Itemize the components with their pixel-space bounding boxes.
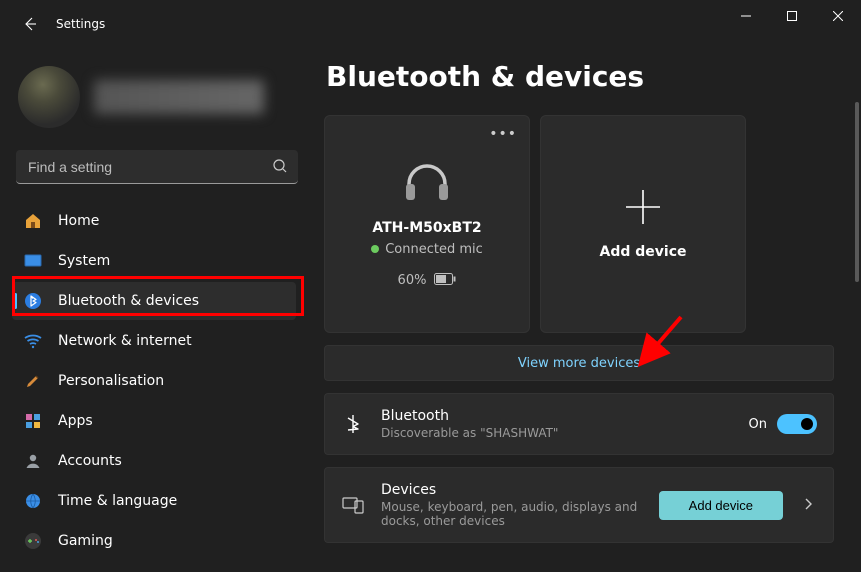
brush-icon <box>24 372 42 390</box>
globe-icon <box>24 492 42 510</box>
window-title: Settings <box>56 17 105 31</box>
sidebar-item-label: Accounts <box>58 453 122 469</box>
sidebar-item-home[interactable]: Home <box>12 202 296 240</box>
scrollbar[interactable] <box>855 102 859 282</box>
add-device-tile[interactable]: Add device <box>540 115 746 333</box>
apps-icon <box>24 412 42 430</box>
page-title: Bluetooth & devices <box>326 60 837 93</box>
sidebar-item-bluetooth[interactable]: Bluetooth & devices <box>12 282 296 320</box>
sidebar-item-label: System <box>58 253 110 269</box>
avatar <box>18 66 80 128</box>
sidebar-item-network[interactable]: Network & internet <box>12 322 296 360</box>
bluetooth-toggle[interactable] <box>777 414 817 434</box>
sidebar-item-label: Apps <box>58 413 93 429</box>
sidebar: Home System Bluetooth & devices Network … <box>0 48 310 572</box>
add-device-label: Add device <box>600 244 687 260</box>
sidebar-item-label: Personalisation <box>58 373 164 389</box>
row-title: Devices <box>381 482 643 498</box>
sidebar-item-gaming[interactable]: Gaming <box>12 522 296 560</box>
search-icon <box>272 158 288 178</box>
search-box[interactable] <box>16 150 298 184</box>
headphones-icon <box>399 160 455 208</box>
sidebar-item-label: Network & internet <box>58 333 192 349</box>
add-device-button[interactable]: Add device <box>659 491 783 520</box>
device-tile[interactable]: ••• ATH-M50xBT2 Connected mic 60% <box>324 115 530 333</box>
sidebar-item-accounts[interactable]: Accounts <box>12 442 296 480</box>
sidebar-item-personalisation[interactable]: Personalisation <box>12 362 296 400</box>
back-button[interactable] <box>10 4 50 44</box>
plus-icon <box>624 188 662 230</box>
battery-icon <box>434 273 456 289</box>
search-input[interactable] <box>16 150 298 184</box>
wifi-icon <box>24 332 42 350</box>
maximize-button[interactable] <box>769 0 815 32</box>
sidebar-item-label: Gaming <box>58 533 113 549</box>
bluetooth-icon <box>24 292 42 310</box>
toggle-state-label: On <box>749 417 767 432</box>
devices-row[interactable]: Devices Mouse, keyboard, pen, audio, dis… <box>324 467 834 543</box>
devices-icon <box>341 495 365 515</box>
row-subtitle: Discoverable as "SHASHWAT" <box>381 426 733 440</box>
bluetooth-icon <box>341 413 365 435</box>
chevron-right-icon[interactable] <box>799 496 817 515</box>
more-icon[interactable]: ••• <box>489 126 517 142</box>
row-subtitle: Mouse, keyboard, pen, audio, displays an… <box>381 500 643 528</box>
device-battery: 60% <box>398 273 457 289</box>
sidebar-item-apps[interactable]: Apps <box>12 402 296 440</box>
minimize-button[interactable] <box>723 0 769 32</box>
person-icon <box>24 452 42 470</box>
device-name: ATH-M50xBT2 <box>372 220 481 236</box>
profile-block[interactable] <box>12 60 302 140</box>
device-status: Connected mic <box>371 242 483 257</box>
sidebar-item-system[interactable]: System <box>12 242 296 280</box>
sidebar-item-label: Time & language <box>58 493 177 509</box>
status-dot-icon <box>371 245 379 253</box>
bluetooth-toggle-row: Bluetooth Discoverable as "SHASHWAT" On <box>324 393 834 455</box>
profile-name-redacted <box>94 80 264 114</box>
system-icon <box>24 252 42 270</box>
row-title: Bluetooth <box>381 408 733 424</box>
home-icon <box>24 212 42 230</box>
close-button[interactable] <box>815 0 861 32</box>
sidebar-item-label: Home <box>58 213 99 229</box>
sidebar-item-label: Bluetooth & devices <box>58 293 199 309</box>
gaming-icon <box>24 532 42 550</box>
sidebar-item-timelang[interactable]: Time & language <box>12 482 296 520</box>
view-more-devices-link[interactable]: View more devices <box>324 345 834 381</box>
content-area: Bluetooth & devices ••• ATH-M50xBT2 Conn… <box>310 48 861 572</box>
